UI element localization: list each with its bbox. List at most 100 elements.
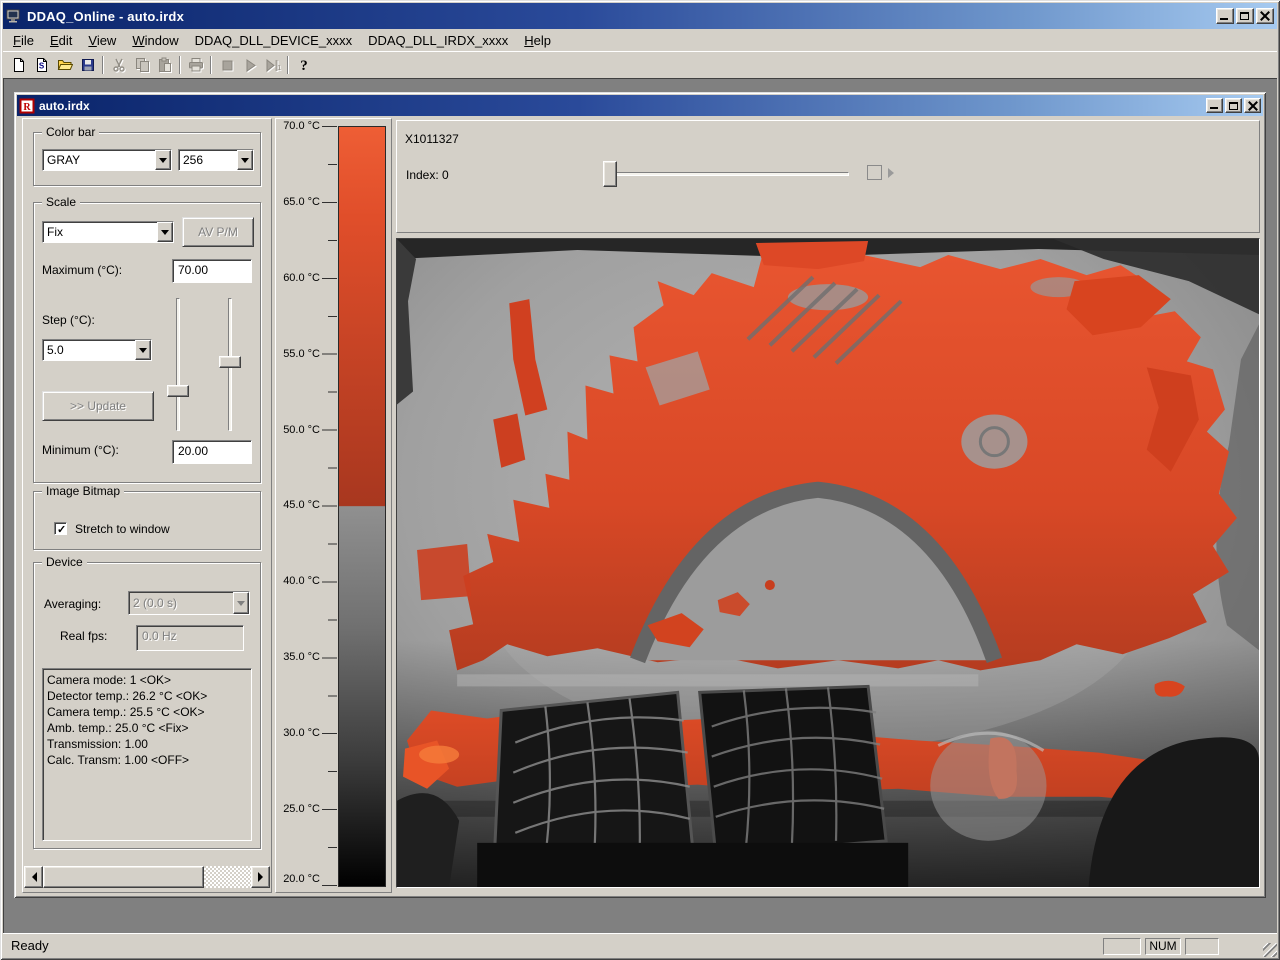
cut-icon	[112, 58, 125, 72]
toolbar-separator	[102, 56, 104, 74]
thermal-image-frame	[396, 238, 1260, 888]
temperature-gradient-bar	[338, 126, 386, 887]
thermal-image[interactable]	[397, 239, 1259, 887]
play-button[interactable]	[238, 54, 261, 76]
scale-tick-label: 60.0 °C	[283, 272, 320, 284]
cut-button[interactable]	[107, 54, 130, 76]
camera-id-label: X1011327	[405, 132, 459, 146]
control-pane: Color bar GRAY 256 Scale Fix AV P/M Maxi…	[22, 118, 272, 893]
scale-tick-label: 20.0 °C	[283, 873, 320, 885]
copy-button[interactable]	[130, 54, 153, 76]
play-single-button[interactable]: 1	[261, 54, 284, 76]
averaging-dropdown-button[interactable]	[233, 592, 249, 614]
status-line: Camera temp.: 25.5 °C <OK>	[47, 705, 205, 719]
document-titlebar[interactable]: R auto.irdx	[17, 95, 1263, 116]
scrollbar-thumb[interactable]	[43, 866, 204, 888]
step-dropdown-button[interactable]	[135, 340, 151, 360]
status-line: Detector temp.: 26.2 °C <OK>	[47, 689, 208, 703]
print-button[interactable]	[184, 54, 207, 76]
toolbar-separator	[210, 56, 212, 74]
mdi-client-area: R auto.irdx Color bar GRAY 256 Scale Fix…	[3, 78, 1277, 933]
levels-combobox[interactable]: 256	[178, 149, 254, 171]
averaging-combobox[interactable]: 2 (0.0 s)	[128, 591, 250, 615]
levels-dropdown-button[interactable]	[237, 150, 253, 170]
document-content: Color bar GRAY 256 Scale Fix AV P/M Maxi…	[17, 116, 1263, 895]
checkmark-icon: ✓	[57, 524, 67, 536]
step-forward-icon[interactable]	[888, 168, 899, 178]
scroll-right-button[interactable]	[251, 866, 270, 888]
stop-button[interactable]	[215, 54, 238, 76]
minimum-slider-thumb[interactable]	[167, 385, 189, 397]
step-combobox[interactable]: 5.0	[42, 339, 152, 361]
palette-dropdown-button[interactable]	[155, 150, 171, 170]
chevron-down-icon	[237, 600, 245, 610]
minimum-label: Minimum (°C):	[42, 443, 119, 457]
menu-view[interactable]: View	[80, 31, 124, 50]
scale-tick-label: 25.0 °C	[283, 803, 320, 815]
minimize-button[interactable]	[1216, 8, 1234, 24]
document-window: R auto.irdx Color bar GRAY 256 Scale Fix…	[14, 92, 1266, 898]
color-bar-legend: Color bar	[42, 125, 100, 139]
new-document-button[interactable]	[7, 54, 30, 76]
window-title: DDAQ_Online - auto.irdx	[27, 8, 185, 24]
print-icon	[188, 58, 203, 72]
status-line: Transmission: 1.00	[47, 737, 148, 751]
resize-grip[interactable]	[1263, 943, 1277, 957]
status-cell-caps	[1103, 938, 1141, 955]
chevron-down-icon	[159, 157, 167, 167]
scale-mode-dropdown-button[interactable]	[157, 222, 173, 242]
main-titlebar[interactable]: DDAQ_Online - auto.irdx	[3, 3, 1277, 29]
real-fps-input[interactable]: 0.0 Hz	[136, 625, 244, 651]
pane-horizontal-scrollbar[interactable]	[24, 866, 270, 888]
scale-tick-label: 55.0 °C	[283, 348, 320, 360]
save-button[interactable]	[76, 54, 99, 76]
scroll-left-button[interactable]	[24, 866, 43, 888]
arrow-right-icon	[257, 872, 268, 882]
scale-minor-ticks	[328, 164, 337, 849]
color-scale-pane: 70.0 °C 65.0 °C 60.0 °C 55.0 °C 50.0 °C …	[275, 118, 392, 893]
index-slider-thumb[interactable]	[603, 161, 617, 187]
menu-ddaq-dll-irdx[interactable]: DDAQ_DLL_IRDX_xxxx	[360, 31, 516, 50]
update-button[interactable]: >> Update	[42, 391, 154, 421]
viewer-controls: X1011327 Index: 0	[396, 120, 1260, 233]
open-button[interactable]	[53, 54, 76, 76]
index-slider-track[interactable]	[611, 172, 849, 176]
status-cell-scrl	[1185, 938, 1219, 955]
levels-value: 256	[183, 153, 204, 167]
close-button[interactable]	[1256, 8, 1274, 24]
svg-text:R: R	[23, 102, 31, 113]
real-fps-label: Real fps:	[60, 629, 108, 643]
stretch-label: Stretch to window	[75, 522, 170, 536]
script-document-icon: S	[36, 58, 47, 72]
scale-mode-combobox[interactable]: Fix	[42, 221, 174, 243]
scale-tick-label: 30.0 °C	[283, 727, 320, 739]
scale-tick-label: 35.0 °C	[283, 651, 320, 663]
paste-button[interactable]	[153, 54, 176, 76]
status-bar: Ready NUM	[3, 933, 1277, 957]
stretch-checkbox[interactable]: ✓	[54, 522, 67, 536]
menu-window[interactable]: Window	[124, 31, 186, 50]
menu-edit[interactable]: Edit	[42, 31, 80, 50]
maximum-slider-thumb[interactable]	[219, 356, 241, 368]
maximum-input[interactable]: 70.00	[172, 259, 252, 283]
script-document-button[interactable]: S	[30, 54, 53, 76]
avpm-button[interactable]: AV P/M	[182, 217, 254, 247]
document-title: auto.irdx	[39, 98, 90, 113]
doc-maximize-button[interactable]	[1225, 98, 1242, 113]
help-button[interactable]: ?	[292, 54, 315, 76]
chevron-down-icon	[139, 347, 147, 357]
averaging-value: 2 (0.0 s)	[133, 596, 178, 610]
scale-tick-label: 50.0 °C	[283, 424, 320, 436]
menu-help[interactable]: Help	[516, 31, 559, 50]
palette-combobox[interactable]: GRAY	[42, 149, 172, 171]
maximize-button[interactable]	[1236, 8, 1254, 24]
doc-minimize-button[interactable]	[1206, 98, 1223, 113]
minimum-slider-track[interactable]	[176, 298, 180, 431]
maximum-label: Maximum (°C):	[42, 263, 123, 277]
index-auto-checkbox[interactable]	[867, 165, 882, 180]
menu-file[interactable]: File	[5, 31, 42, 50]
minimum-input[interactable]: 20.00	[172, 440, 252, 464]
paste-icon	[158, 57, 171, 72]
doc-close-button[interactable]	[1244, 98, 1261, 113]
menu-ddaq-dll-device[interactable]: DDAQ_DLL_DEVICE_xxxx	[187, 31, 361, 50]
